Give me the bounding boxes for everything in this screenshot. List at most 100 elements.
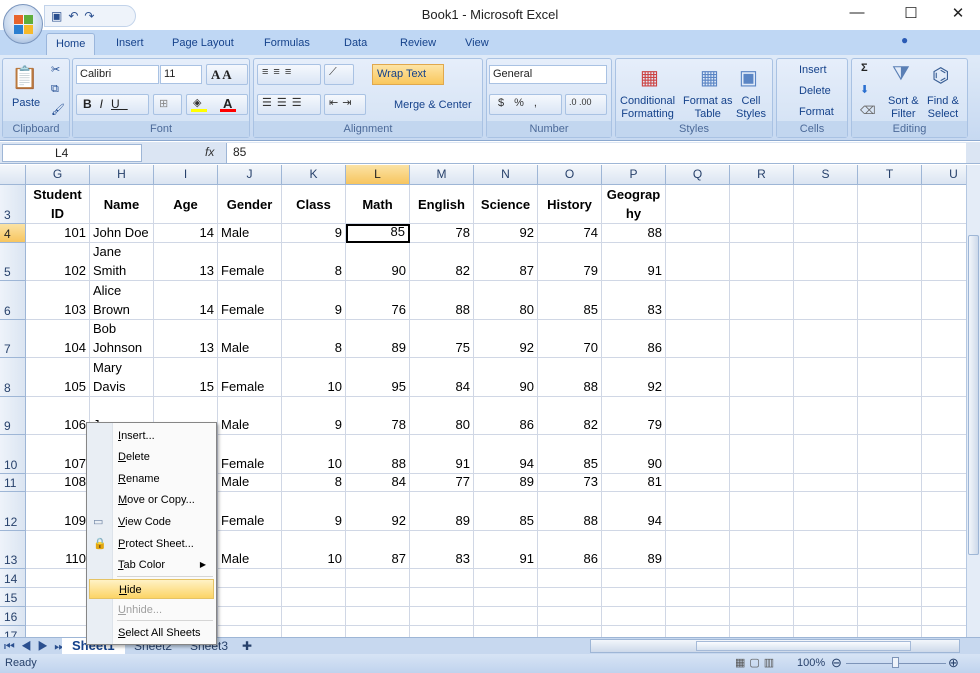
table-cell[interactable]: 84 xyxy=(410,358,474,397)
table-cell[interactable]: 109 xyxy=(26,492,90,531)
table-cell[interactable]: Mary Davis xyxy=(90,358,154,397)
row-header-10[interactable]: 10 xyxy=(0,435,26,474)
paste-button[interactable]: Paste xyxy=(12,97,40,109)
empty-cell[interactable] xyxy=(922,588,966,607)
percent-button[interactable]: % xyxy=(514,97,534,109)
table-cell[interactable]: 8 xyxy=(282,474,346,492)
menu-item-view-code[interactable]: View Code ▭ xyxy=(89,512,214,532)
vertical-align-buttons[interactable]: ≡≡≡ xyxy=(257,64,321,85)
table-cell[interactable]: Alice Brown xyxy=(90,281,154,320)
table-cell[interactable]: 8 xyxy=(282,320,346,358)
empty-cell[interactable] xyxy=(730,626,794,637)
empty-cell[interactable] xyxy=(346,588,410,607)
empty-cell[interactable] xyxy=(794,185,858,224)
empty-cell[interactable] xyxy=(602,607,666,626)
font-name-select[interactable]: Calibri xyxy=(76,65,159,84)
empty-cell[interactable] xyxy=(346,626,410,637)
save-icon[interactable]: ▣ xyxy=(51,9,68,23)
empty-cell[interactable] xyxy=(922,320,966,358)
fill-icon[interactable]: ⬇ xyxy=(860,83,869,96)
empty-cell[interactable] xyxy=(410,588,474,607)
empty-cell[interactable] xyxy=(858,435,922,474)
empty-cell[interactable] xyxy=(922,626,966,637)
empty-cell[interactable] xyxy=(794,588,858,607)
table-cell[interactable]: Male xyxy=(218,320,282,358)
table-cell[interactable]: Male xyxy=(218,224,282,243)
table-cell[interactable]: 95 xyxy=(346,358,410,397)
row-header-5[interactable]: 5 xyxy=(0,243,26,281)
table-cell[interactable]: 110 xyxy=(26,531,90,569)
empty-cell[interactable] xyxy=(218,588,282,607)
menu-item-tab-color[interactable]: Tab Color ▶ xyxy=(89,555,214,575)
empty-cell[interactable] xyxy=(922,492,966,531)
select-all-corner[interactable] xyxy=(0,165,26,185)
maximize-button[interactable]: ☐ xyxy=(891,4,931,24)
format-painter-icon[interactable]: 🖌 xyxy=(51,103,65,116)
empty-cell[interactable] xyxy=(730,588,794,607)
empty-cell[interactable] xyxy=(26,588,90,607)
table-cell[interactable]: 9 xyxy=(282,492,346,531)
column-header-I[interactable]: I xyxy=(154,165,218,185)
empty-cell[interactable] xyxy=(26,607,90,626)
row-header-16[interactable]: 16 xyxy=(0,607,26,626)
underline-button[interactable]: U xyxy=(111,97,128,111)
empty-cell[interactable] xyxy=(666,626,730,637)
empty-cell[interactable] xyxy=(730,243,794,281)
empty-cell[interactable] xyxy=(922,607,966,626)
empty-cell[interactable] xyxy=(602,569,666,588)
column-header-L[interactable]: L xyxy=(346,165,410,185)
empty-cell[interactable] xyxy=(730,569,794,588)
empty-cell[interactable] xyxy=(666,358,730,397)
column-header-H[interactable]: H xyxy=(90,165,154,185)
table-cell[interactable]: 108 xyxy=(26,474,90,492)
horizontal-scrollbar[interactable] xyxy=(590,639,960,653)
column-title-cell[interactable]: Gender xyxy=(218,185,282,224)
menu-item-rename[interactable]: Rename xyxy=(89,469,214,489)
empty-cell[interactable] xyxy=(794,492,858,531)
font-size-select[interactable]: 11 xyxy=(160,65,202,84)
empty-cell[interactable] xyxy=(346,607,410,626)
table-cell[interactable]: 107 xyxy=(26,435,90,474)
empty-cell[interactable] xyxy=(474,626,538,637)
table-cell[interactable]: 89 xyxy=(474,474,538,492)
column-header-S[interactable]: S xyxy=(794,165,858,185)
table-cell[interactable]: 78 xyxy=(410,224,474,243)
tab-insert[interactable]: Insert xyxy=(107,33,153,55)
table-cell[interactable]: 106 xyxy=(26,397,90,435)
empty-cell[interactable] xyxy=(666,569,730,588)
horizontal-scroll-thumb[interactable] xyxy=(696,641,911,651)
empty-cell[interactable] xyxy=(282,569,346,588)
column-title-cell[interactable]: English xyxy=(410,185,474,224)
table-cell[interactable]: Bob Johnson xyxy=(90,320,154,358)
table-cell[interactable]: 91 xyxy=(474,531,538,569)
empty-cell[interactable] xyxy=(858,320,922,358)
table-cell[interactable]: 76 xyxy=(346,281,410,320)
table-cell[interactable]: 13 xyxy=(154,320,218,358)
table-cell[interactable]: 10 xyxy=(282,531,346,569)
empty-cell[interactable] xyxy=(858,569,922,588)
table-cell[interactable]: 86 xyxy=(602,320,666,358)
table-cell[interactable]: 83 xyxy=(410,531,474,569)
empty-cell[interactable] xyxy=(794,320,858,358)
zoom-out-button[interactable]: ⊖ xyxy=(831,655,842,671)
table-cell[interactable]: 90 xyxy=(474,358,538,397)
table-cell[interactable]: 14 xyxy=(154,281,218,320)
empty-cell[interactable] xyxy=(858,358,922,397)
fill-color-icon[interactable]: ◈ xyxy=(193,96,201,109)
column-title-cell[interactable]: Geograp hy xyxy=(602,185,666,224)
table-cell[interactable]: 105 xyxy=(26,358,90,397)
empty-cell[interactable] xyxy=(410,626,474,637)
menu-item-delete[interactable]: Delete xyxy=(89,447,214,467)
table-cell[interactable]: 101 xyxy=(26,224,90,243)
table-cell[interactable]: 94 xyxy=(602,492,666,531)
empty-cell[interactable] xyxy=(538,607,602,626)
table-cell[interactable]: 15 xyxy=(154,358,218,397)
table-cell[interactable]: 85 xyxy=(538,435,602,474)
format-as-table-button[interactable]: Format as Table xyxy=(683,95,733,121)
column-title-cell[interactable]: Student ID xyxy=(26,185,90,224)
empty-cell[interactable] xyxy=(666,474,730,492)
minimize-button[interactable]: — xyxy=(837,4,877,24)
row-header-15[interactable]: 15 xyxy=(0,588,26,607)
find-select-button[interactable]: Find & Select xyxy=(927,95,959,121)
empty-cell[interactable] xyxy=(218,607,282,626)
